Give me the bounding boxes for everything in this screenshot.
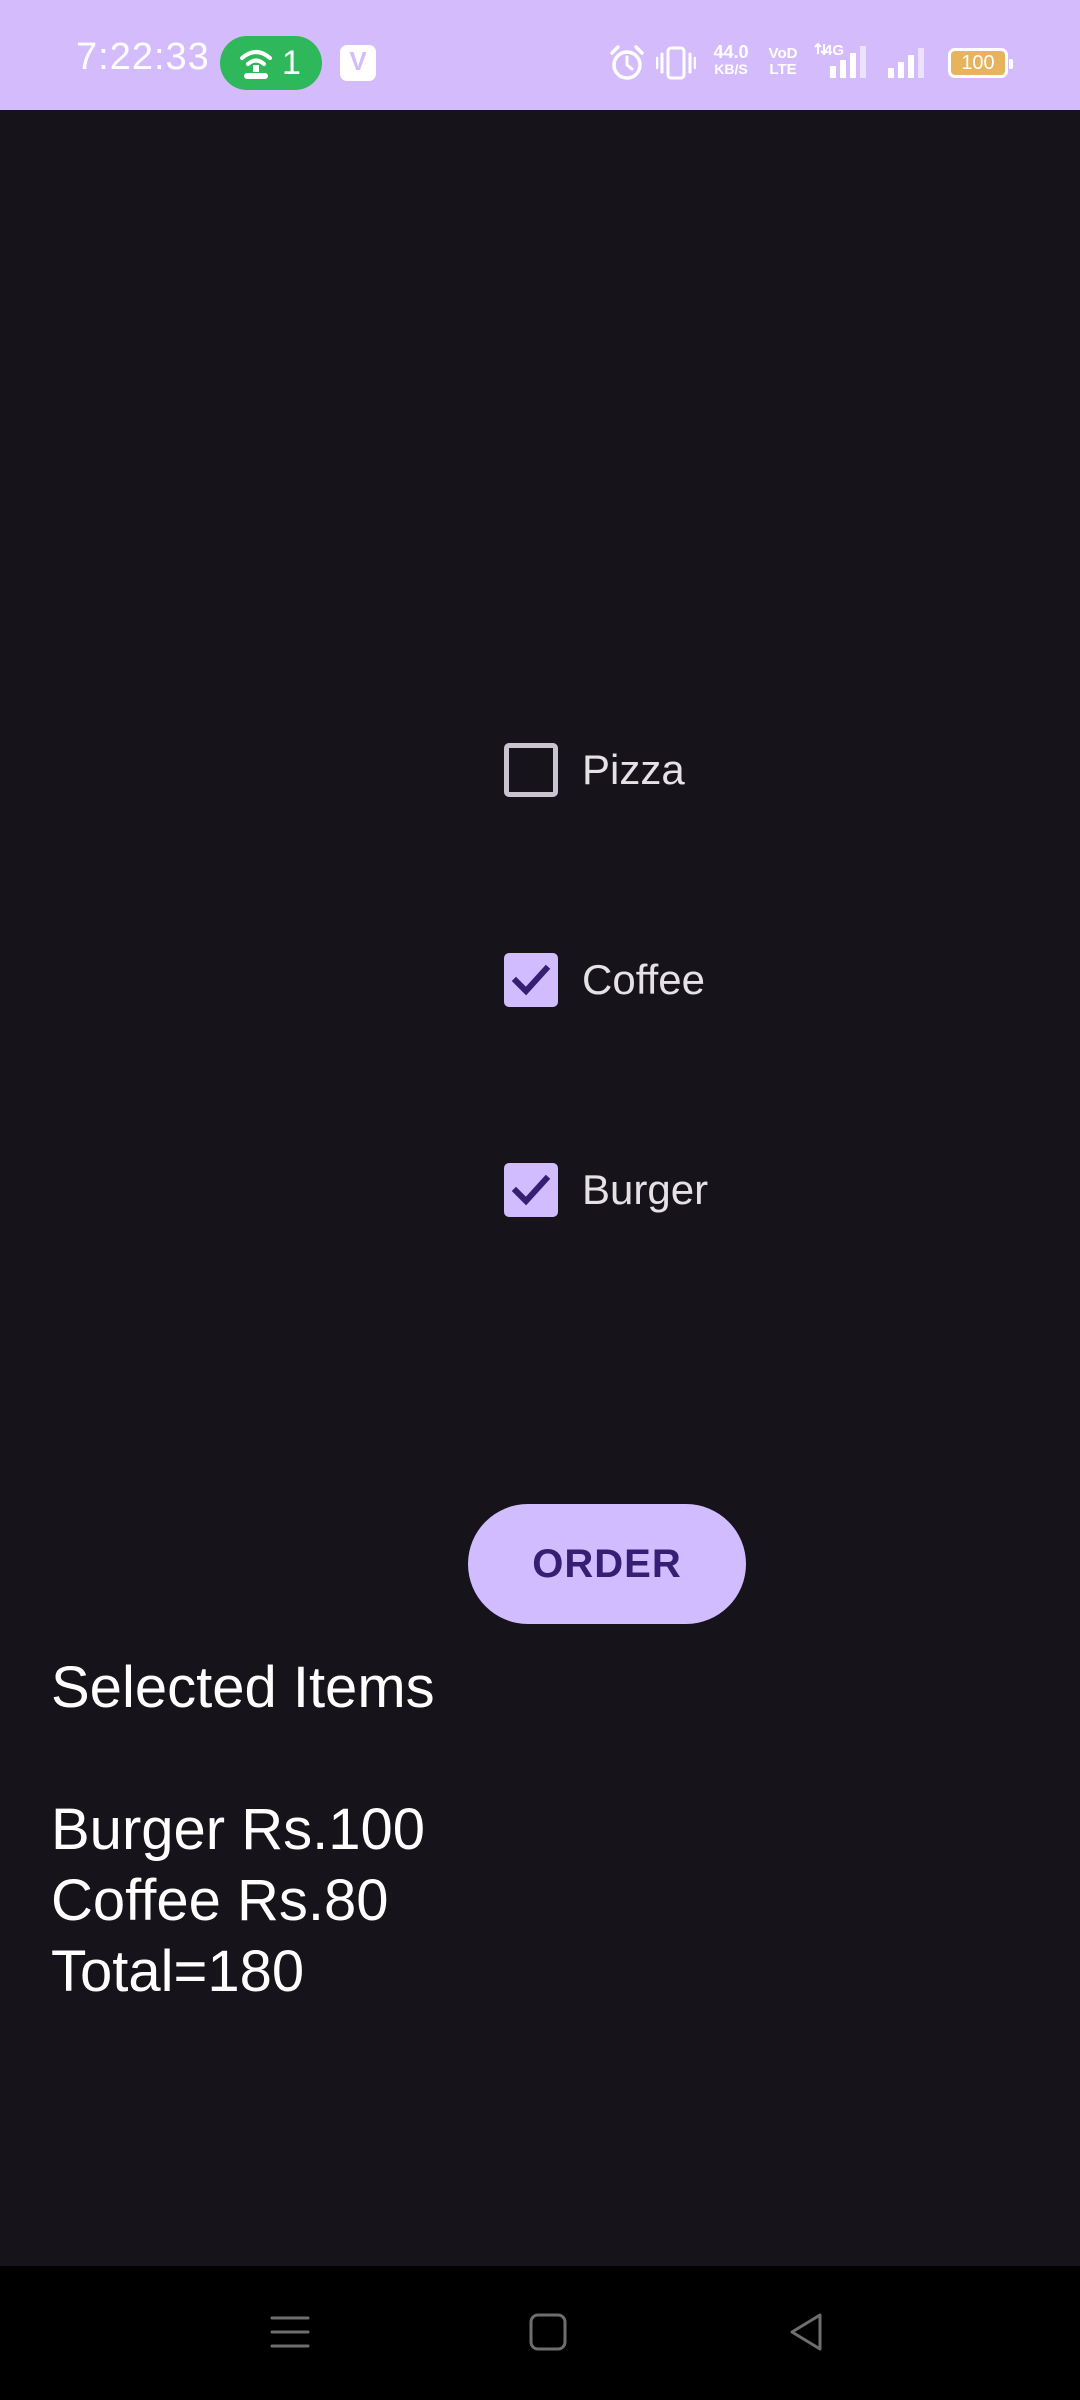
checkbox-burger[interactable]: Burger [504, 1160, 708, 1220]
battery-icon: 100 [948, 48, 1013, 78]
order-button-label: ORDER [532, 1541, 682, 1586]
burger-checkbox-box[interactable] [504, 1163, 558, 1217]
network-speed-unit: KB/S [714, 61, 748, 77]
hotspot-indicator[interactable]: 1 [220, 36, 322, 90]
burger-checkbox-label[interactable]: Burger [582, 1166, 708, 1214]
checkbox-pizza[interactable]: Pizza [504, 740, 685, 800]
vpn-icon: V [340, 45, 376, 81]
result-blank-line [51, 1723, 435, 1794]
volte-indicator: VoD LTE [765, 46, 801, 78]
pizza-checkbox-box[interactable] [504, 743, 558, 797]
selected-items-result: Selected Items Burger Rs.100 Coffee Rs.8… [51, 1652, 435, 2007]
order-button[interactable]: ORDER [468, 1504, 746, 1624]
checkbox-coffee[interactable]: Coffee [504, 950, 705, 1010]
volte-bottom: LTE [769, 61, 797, 78]
result-line-total: Total=180 [51, 1939, 305, 2004]
battery-level: 100 [961, 52, 995, 74]
result-line-coffee: Coffee Rs.80 [51, 1868, 389, 1933]
signal-icon-sim1 [814, 42, 866, 78]
result-line-burger: Burger Rs.100 [51, 1797, 425, 1862]
status-bar: 7:22:33 1 V 44.0 KB/S VoD LTE 4G 100 [0, 0, 1080, 110]
home-icon[interactable] [526, 2310, 570, 2354]
alarm-icon [610, 45, 644, 80]
pizza-checkbox-label[interactable]: Pizza [582, 746, 685, 794]
check-icon [511, 1174, 551, 1206]
hotspot-icon [240, 50, 272, 79]
coffee-checkbox-label[interactable]: Coffee [582, 956, 705, 1004]
vibrate-icon [656, 46, 696, 80]
status-time: 7:22:33 [76, 36, 210, 78]
back-icon[interactable] [784, 2310, 828, 2354]
hotspot-count: 1 [282, 44, 301, 82]
menu-icon[interactable] [268, 2310, 312, 2354]
coffee-checkbox-box[interactable] [504, 953, 558, 1007]
network-speed: 44.0 KB/S [703, 42, 759, 78]
volte-top: VoD [768, 45, 798, 62]
signal-icon-sim2 [888, 48, 924, 78]
check-icon [511, 964, 551, 996]
result-heading: Selected Items [51, 1655, 435, 1720]
navigation-bar [0, 2266, 1080, 2400]
network-speed-value: 44.0 [713, 42, 749, 62]
vpn-letter: V [349, 46, 367, 76]
